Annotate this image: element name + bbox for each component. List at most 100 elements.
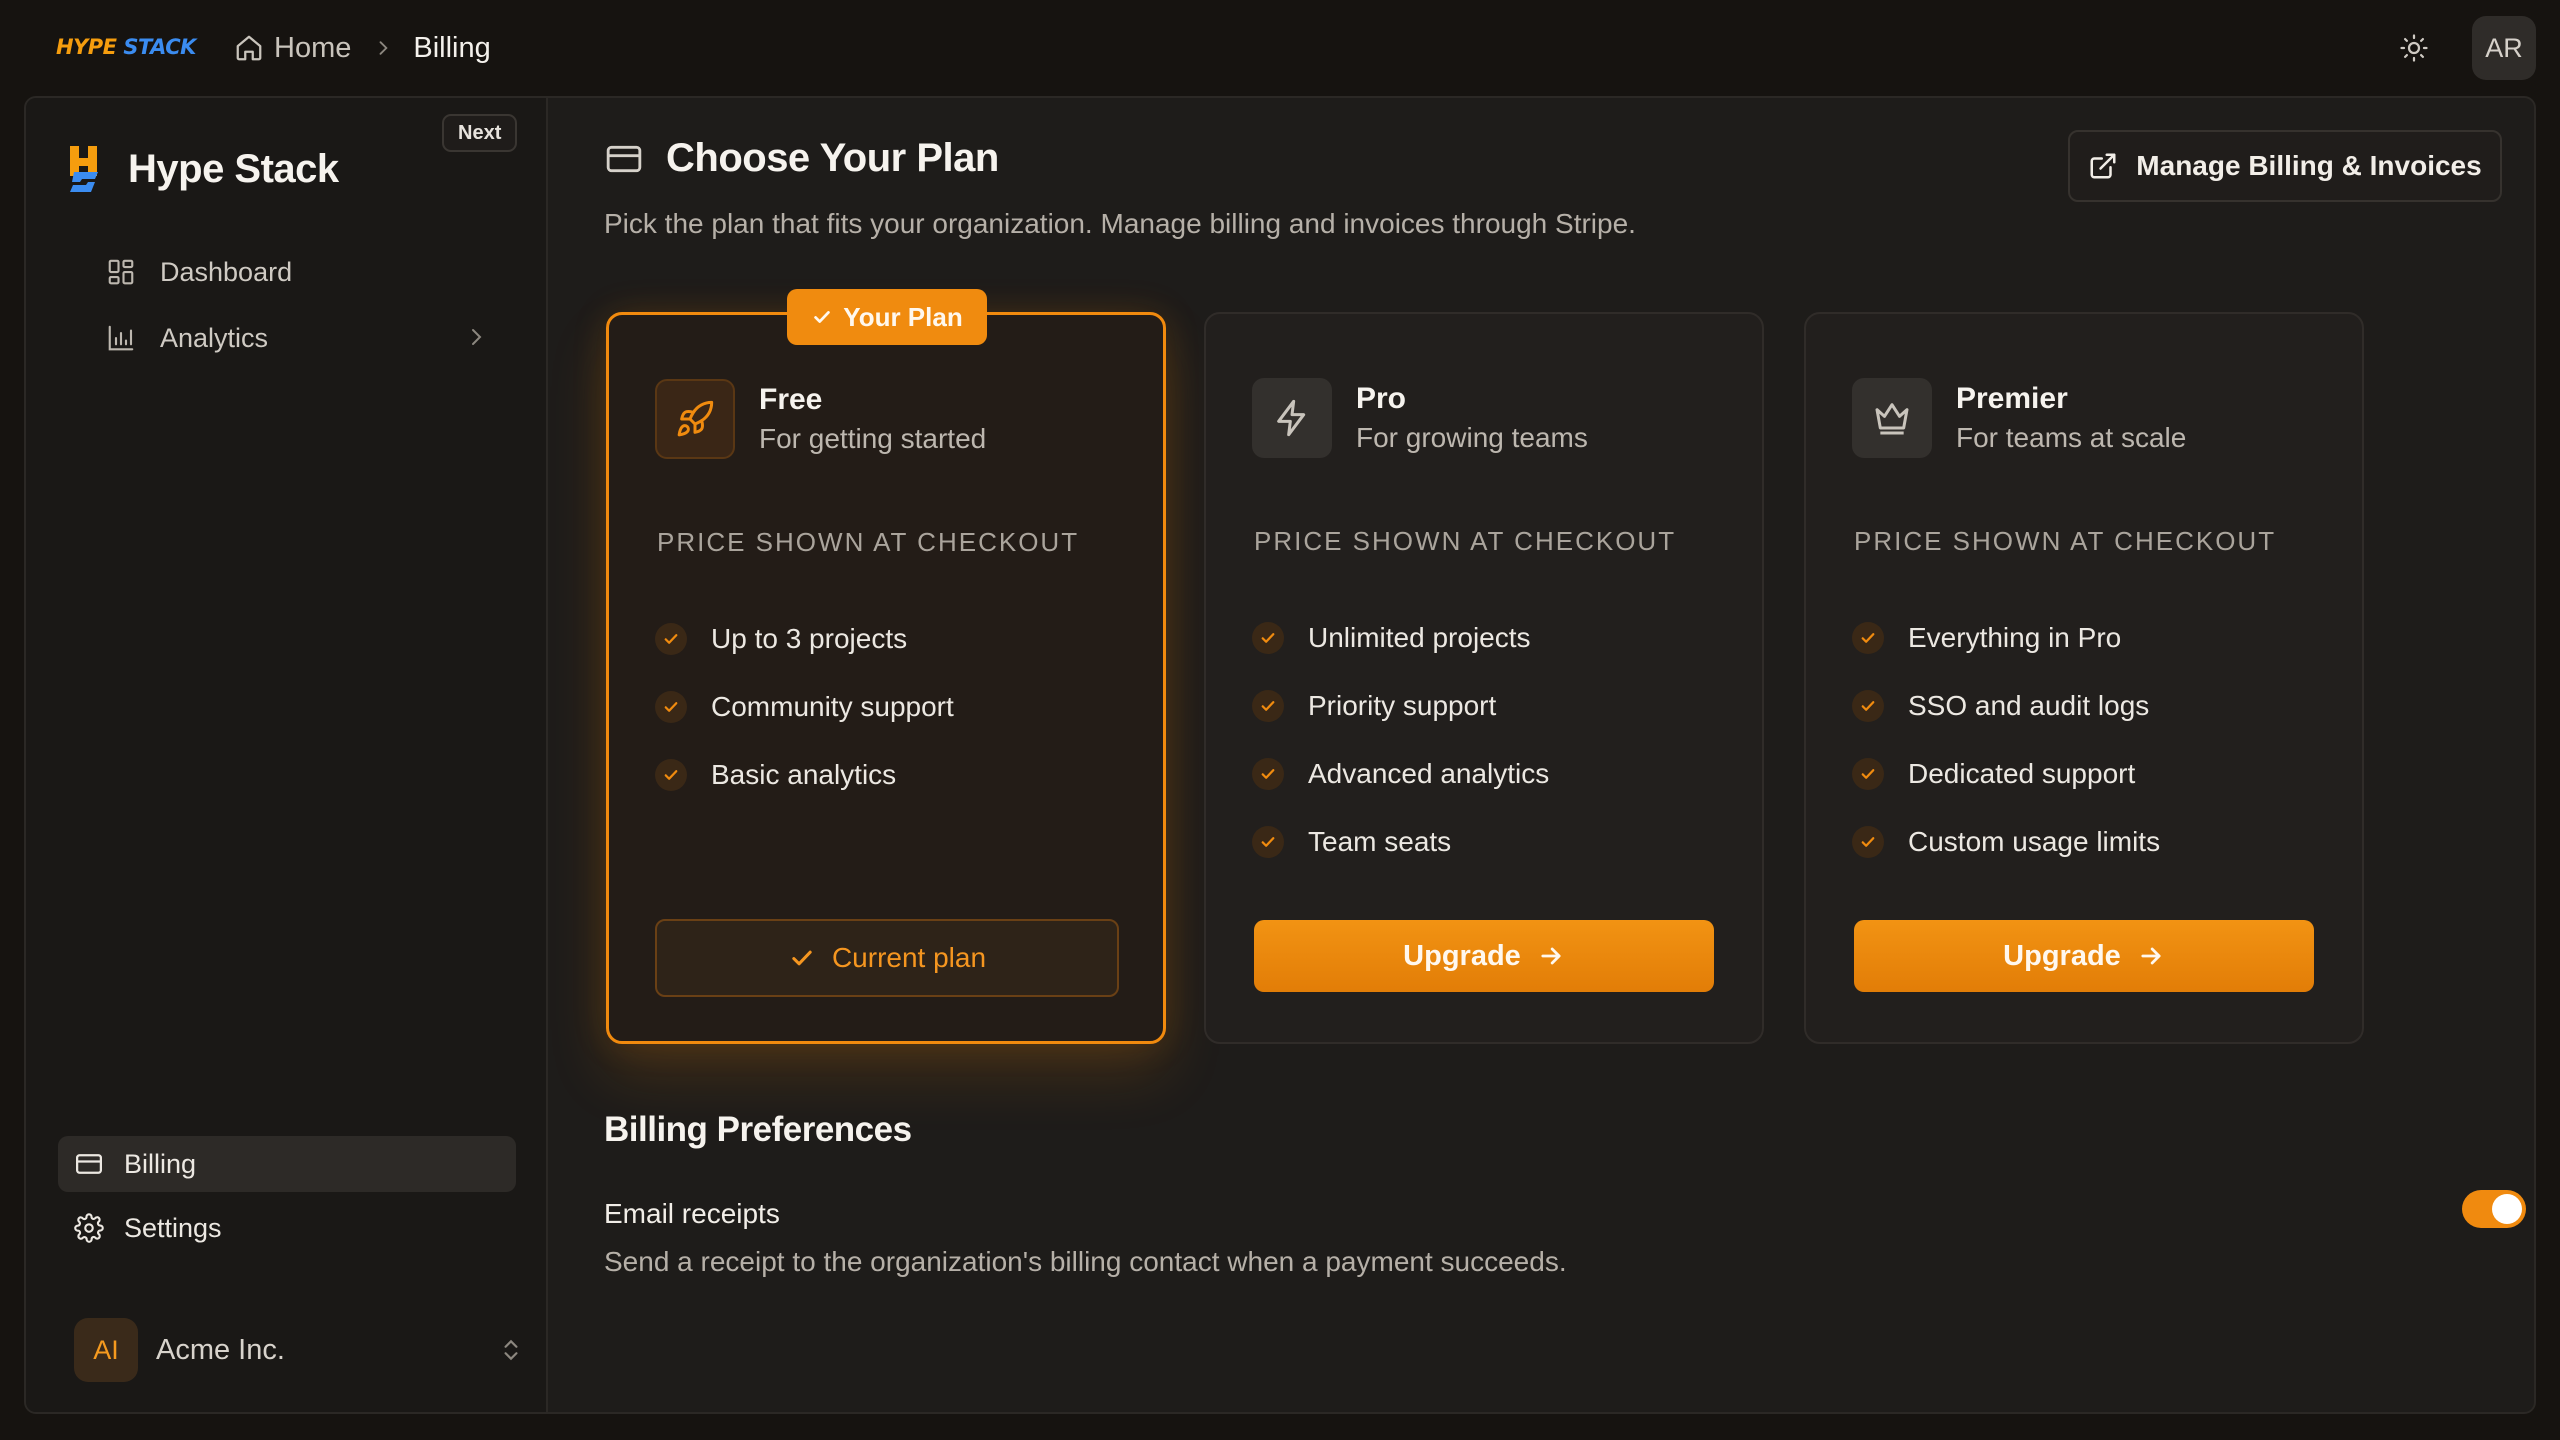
- feature-item: Team seats: [1252, 808, 1549, 876]
- toggle-knob: [2492, 1194, 2522, 1224]
- plan-tagline: For growing teams: [1356, 422, 1588, 453]
- check-icon: [1252, 826, 1284, 858]
- feature-text: Basic analytics: [711, 759, 897, 790]
- feature-item: Unlimited projects: [1252, 604, 1549, 672]
- manage-billing-button[interactable]: Manage Billing & Invoices: [2068, 130, 2502, 202]
- feature-list: Unlimited projects Priority support Adva…: [1252, 604, 1549, 876]
- sidebar-item-analytics[interactable]: Analytics: [62, 310, 518, 366]
- page-description: Pick the plan that fits your organizatio…: [604, 208, 1636, 239]
- plan-name: Pro: [1356, 382, 1407, 415]
- manage-billing-label: Manage Billing & Invoices: [2136, 150, 2482, 181]
- credit-card-icon: [74, 1149, 104, 1179]
- price-note: PRICE SHOWN AT CHECKOUT: [1254, 526, 1677, 556]
- feature-item: Community support: [655, 673, 954, 741]
- credit-card-icon: [604, 139, 644, 179]
- feature-text: Dedicated support: [1908, 758, 2136, 789]
- sidebar-item-label: Billing: [124, 1148, 197, 1179]
- top-bar: HYPE STACK Home Billing AR: [0, 0, 2560, 96]
- upgrade-label: Upgrade: [1403, 939, 1521, 972]
- app-frame: Hype Stack Next Dashboard Analytics Bill…: [24, 96, 2536, 1414]
- brand-name: Hype Stack: [128, 146, 339, 191]
- sidebar-item-dashboard[interactable]: Dashboard: [62, 244, 518, 300]
- breadcrumb-home-label: Home: [274, 31, 352, 64]
- feature-text: Priority support: [1308, 690, 1497, 721]
- hype-stack-logo-icon: [64, 142, 108, 196]
- theme-toggle-button[interactable]: [2396, 30, 2432, 66]
- plan-tagline: For teams at scale: [1956, 422, 2187, 453]
- plan-card-free: Your Plan Free For getting started PRICE…: [606, 289, 1166, 1044]
- rocket-icon: [655, 379, 735, 459]
- plan-name: Free: [759, 383, 823, 416]
- check-icon: [655, 623, 687, 655]
- current-plan-button[interactable]: Current plan: [655, 919, 1119, 997]
- feature-item: SSO and audit logs: [1852, 672, 2160, 740]
- feature-text: Team seats: [1308, 826, 1452, 857]
- logo-word-hype: HYPE: [56, 35, 117, 59]
- home-icon: [234, 33, 264, 63]
- check-icon: [1252, 622, 1284, 654]
- sidebar-item-label: Analytics: [160, 322, 269, 353]
- logo-word-stack: STACK: [123, 35, 196, 59]
- check-icon: [655, 691, 687, 723]
- your-plan-badge: Your Plan: [787, 289, 987, 345]
- feature-text: Community support: [711, 691, 954, 722]
- email-receipts-toggle[interactable]: [2462, 1190, 2526, 1228]
- crown-icon: [1852, 378, 1932, 458]
- sidebar-item-settings[interactable]: Settings: [58, 1200, 516, 1256]
- plan-card-pro: Pro For growing teams PRICE SHOWN AT CHE…: [1204, 312, 1764, 1044]
- dashboard-icon: [106, 257, 136, 287]
- arrow-right-icon: [1537, 942, 1565, 970]
- sidebar-item-billing[interactable]: Billing: [58, 1136, 516, 1192]
- page-header: Choose Your Plan: [604, 136, 999, 181]
- org-switcher[interactable]: AI Acme Inc.: [74, 1316, 524, 1384]
- feature-text: Custom usage limits: [1908, 826, 2161, 857]
- page-title: Choose Your Plan: [666, 136, 999, 180]
- check-icon: [1852, 690, 1884, 722]
- email-receipts-description: Send a receipt to the organization's bil…: [604, 1246, 1567, 1277]
- price-note: PRICE SHOWN AT CHECKOUT: [657, 527, 1080, 557]
- feature-item: Up to 3 projects: [655, 605, 954, 673]
- breadcrumb-home[interactable]: Home: [234, 32, 351, 65]
- feature-item: Basic analytics: [655, 741, 954, 809]
- plan-tagline: For getting started: [759, 423, 987, 454]
- arrow-right-icon: [2137, 942, 2165, 970]
- breadcrumb: Home Billing: [234, 28, 491, 68]
- current-plan-label: Current plan: [831, 942, 987, 973]
- chevrons-up-down-icon: [498, 1335, 524, 1365]
- upgrade-premier-button[interactable]: Upgrade: [1854, 920, 2314, 992]
- chevron-right-icon: [464, 325, 488, 349]
- upgrade-label: Upgrade: [2003, 939, 2121, 972]
- user-avatar[interactable]: AR: [2472, 16, 2536, 80]
- check-icon: [1852, 622, 1884, 654]
- upgrade-pro-button[interactable]: Upgrade: [1254, 920, 1714, 992]
- org-avatar: AI: [74, 1318, 138, 1382]
- lightning-icon: [1252, 378, 1332, 458]
- price-note: PRICE SHOWN AT CHECKOUT: [1854, 526, 2277, 556]
- external-link-icon: [2088, 151, 2118, 181]
- sun-icon: [2399, 33, 2429, 63]
- feature-text: Up to 3 projects: [711, 623, 908, 654]
- feature-item: Dedicated support: [1852, 740, 2160, 808]
- sidebar-item-label: Settings: [124, 1212, 222, 1243]
- breadcrumb-current: Billing: [413, 31, 491, 64]
- main-content: Choose Your Plan Pick the plan that fits…: [548, 98, 2534, 1412]
- feature-text: Everything in Pro: [1908, 622, 2122, 653]
- sidebar: Hype Stack Next Dashboard Analytics Bill…: [26, 98, 548, 1412]
- sidebar-item-label: Dashboard: [160, 256, 293, 287]
- sidebar-brand[interactable]: Hype Stack: [64, 142, 339, 196]
- feature-item: Custom usage limits: [1852, 808, 2160, 876]
- check-icon: [811, 306, 833, 328]
- feature-item: Everything in Pro: [1852, 604, 2160, 672]
- next-badge: Next: [442, 114, 518, 152]
- feature-text: SSO and audit logs: [1908, 690, 2150, 721]
- feature-item: Advanced analytics: [1252, 740, 1549, 808]
- bar-chart-icon: [106, 323, 136, 353]
- hype-stack-logo[interactable]: HYPE STACK: [56, 30, 196, 64]
- feature-text: Unlimited projects: [1308, 622, 1531, 653]
- feature-list: Up to 3 projects Community support Basic…: [655, 605, 954, 809]
- gear-icon: [74, 1213, 104, 1243]
- email-receipts-label: Email receipts: [604, 1198, 780, 1229]
- feature-text: Advanced analytics: [1308, 758, 1550, 789]
- plan-card-premier: Premier For teams at scale PRICE SHOWN A…: [1804, 312, 2364, 1044]
- check-icon: [1252, 690, 1284, 722]
